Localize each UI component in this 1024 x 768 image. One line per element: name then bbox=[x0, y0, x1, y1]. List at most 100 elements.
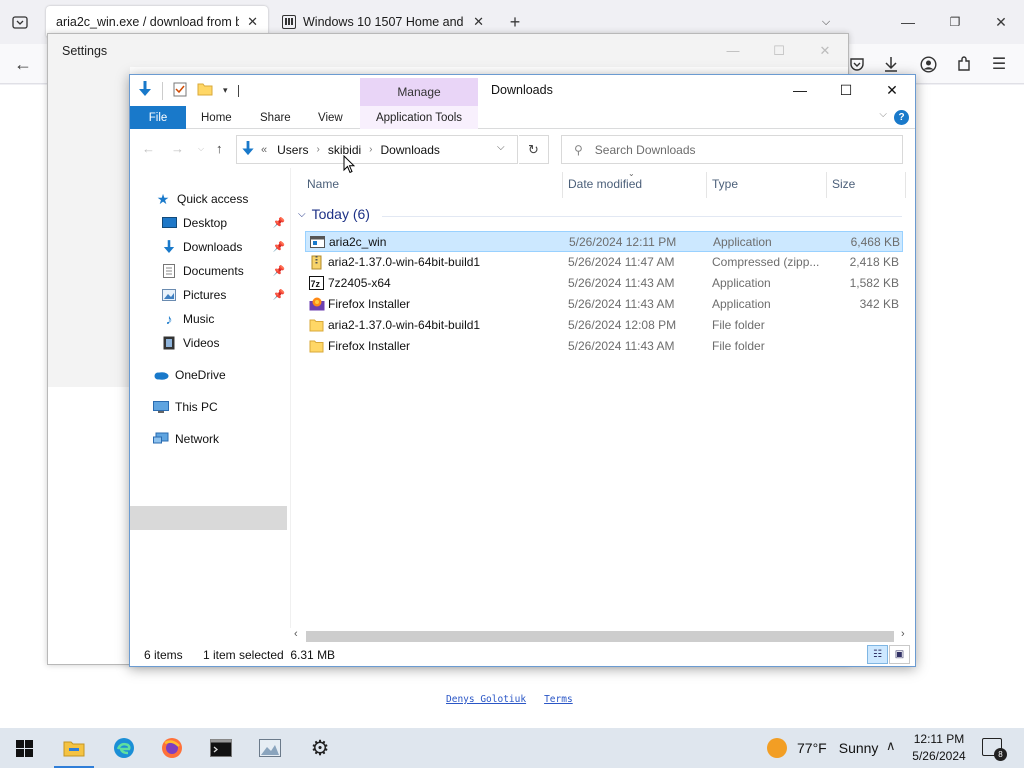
large-icons-view-button[interactable]: ▣ bbox=[889, 645, 910, 664]
pin-icon[interactable]: 📌 bbox=[273, 242, 285, 253]
taskbar-edge[interactable] bbox=[100, 728, 148, 768]
restore-icon[interactable]: ❐ bbox=[945, 12, 965, 32]
properties-icon[interactable] bbox=[173, 82, 187, 100]
taskbar-settings[interactable]: ⚙ bbox=[296, 728, 344, 768]
chevron-down-icon[interactable]: ⌵ bbox=[816, 12, 836, 32]
nav-item-videos[interactable]: Videos bbox=[161, 332, 219, 354]
details-view-button[interactable]: ☷ bbox=[867, 645, 888, 664]
nav-item-downloads[interactable]: Downloads 📌 bbox=[161, 236, 285, 258]
minimize-icon[interactable]: — bbox=[777, 75, 823, 105]
nav-onedrive[interactable]: OneDrive bbox=[153, 364, 226, 386]
breadcrumb-chevron-icon[interactable]: › bbox=[369, 144, 372, 155]
file-row[interactable]: aria2-1.37.0-win-64bit-build1 5/26/2024 … bbox=[305, 252, 903, 273]
new-tab-button[interactable]: + bbox=[505, 12, 525, 32]
close-icon[interactable]: ✕ bbox=[802, 34, 848, 67]
file-row[interactable]: aria2c_win 5/26/2024 12:11 PM Applicatio… bbox=[305, 231, 903, 252]
collapse-chevron-icon[interactable]: ⌵ bbox=[298, 209, 306, 220]
nav-quick-access[interactable]: ★ Quick access bbox=[155, 188, 249, 210]
scrollbar-thumb[interactable] bbox=[306, 631, 894, 642]
horizontal-scrollbar[interactable]: ‹ › bbox=[290, 628, 915, 645]
column-date-modified[interactable]: Date modified bbox=[568, 177, 642, 191]
address-bar[interactable]: « Users › skibidi › Downloads bbox=[236, 135, 518, 164]
close-icon[interactable]: ✕ bbox=[473, 14, 484, 30]
nav-item-documents[interactable]: Documents 📌 bbox=[161, 260, 285, 282]
tab-share[interactable]: Share bbox=[260, 106, 291, 129]
scroll-right-icon[interactable]: › bbox=[901, 628, 905, 640]
close-icon[interactable]: ✕ bbox=[991, 12, 1011, 32]
scroll-left-icon[interactable]: ‹ bbox=[294, 628, 298, 640]
tab-application-tools[interactable]: Application Tools bbox=[360, 106, 478, 129]
minimize-icon[interactable]: — bbox=[710, 34, 756, 67]
terms-link[interactable]: Terms bbox=[544, 694, 573, 705]
maximize-icon[interactable]: ☐ bbox=[756, 34, 802, 67]
tab-list-icon[interactable] bbox=[10, 12, 30, 32]
start-button[interactable] bbox=[0, 728, 48, 768]
breadcrumb-users[interactable]: Users bbox=[277, 143, 308, 157]
taskbar-firefox[interactable] bbox=[148, 728, 196, 768]
column-divider[interactable] bbox=[562, 172, 563, 198]
minimize-icon[interactable]: — bbox=[898, 12, 918, 32]
taskbar-file-explorer[interactable] bbox=[50, 728, 98, 768]
file-type: File folder bbox=[712, 339, 765, 353]
nav-label: This PC bbox=[175, 400, 218, 414]
computer-icon bbox=[153, 400, 169, 414]
author-link[interactable]: Denys Golotiuk bbox=[446, 694, 526, 705]
help-icon[interactable]: ? bbox=[894, 110, 909, 125]
taskbar-photos[interactable] bbox=[246, 728, 294, 768]
pin-icon[interactable]: 📌 bbox=[273, 290, 285, 301]
menu-icon[interactable]: ☰ bbox=[989, 54, 1009, 74]
pocket-icon[interactable] bbox=[847, 54, 867, 74]
pin-icon[interactable]: 📌 bbox=[273, 218, 285, 229]
column-type[interactable]: Type bbox=[712, 177, 738, 191]
close-icon[interactable]: ✕ bbox=[247, 14, 258, 30]
file-row[interactable]: 7z 7z2405-x64 5/26/2024 11:43 AM Applica… bbox=[305, 273, 903, 294]
tab-home[interactable]: Home bbox=[201, 106, 232, 129]
pin-icon[interactable]: 📌 bbox=[273, 266, 285, 277]
expand-ribbon-icon[interactable]: ⌵ bbox=[879, 109, 887, 120]
nav-network[interactable]: Network bbox=[153, 428, 219, 450]
download-icon[interactable] bbox=[881, 54, 901, 74]
account-icon[interactable] bbox=[918, 54, 938, 74]
file-row[interactable]: aria2-1.37.0-win-64bit-build1 5/26/2024 … bbox=[305, 315, 903, 336]
column-name[interactable]: Name bbox=[307, 177, 339, 191]
column-divider[interactable] bbox=[706, 172, 707, 198]
nav-this-pc[interactable]: This PC bbox=[153, 396, 218, 418]
search-input[interactable]: ⚲ Search Downloads bbox=[561, 135, 903, 164]
recent-locations-icon[interactable]: ⌵ bbox=[198, 144, 204, 154]
breadcrumb-downloads[interactable]: Downloads bbox=[381, 143, 440, 157]
column-divider[interactable] bbox=[826, 172, 827, 198]
nav-item-desktop[interactable]: Desktop 📌 bbox=[161, 212, 285, 234]
address-dropdown-icon[interactable]: ⌵ bbox=[497, 142, 505, 153]
svg-text:7z: 7z bbox=[311, 279, 321, 289]
back-arrow-icon[interactable]: ← bbox=[142, 141, 155, 156]
breadcrumb-chevron-icon[interactable]: › bbox=[316, 144, 319, 155]
nav-item-pictures[interactable]: Pictures 📌 bbox=[161, 284, 285, 306]
nav-item-music[interactable]: ♪ Music bbox=[161, 308, 215, 330]
show-hidden-icons-chevron-icon[interactable]: ∧ bbox=[886, 738, 896, 754]
breadcrumb-overflow[interactable]: « bbox=[261, 144, 267, 156]
file-row[interactable]: Firefox Installer 5/26/2024 11:43 AM Fil… bbox=[305, 336, 903, 357]
close-icon[interactable]: ✕ bbox=[869, 75, 915, 105]
back-arrow-icon[interactable]: ← bbox=[12, 54, 34, 74]
weather-widget[interactable]: 77°F Sunny bbox=[767, 738, 878, 758]
tab-file[interactable]: File bbox=[130, 106, 186, 129]
customize-qat-icon[interactable]: ▾ bbox=[223, 85, 228, 96]
up-arrow-icon[interactable]: ↑ bbox=[216, 141, 223, 156]
column-size[interactable]: Size bbox=[832, 177, 855, 191]
clock[interactable]: 12:11 PM 5/26/2024 bbox=[908, 731, 970, 765]
forward-arrow-icon[interactable]: → bbox=[171, 141, 184, 156]
tab-view[interactable]: View bbox=[318, 106, 343, 129]
nav-label: Documents bbox=[183, 264, 244, 278]
maximize-icon[interactable]: ☐ bbox=[823, 75, 869, 105]
taskbar-terminal[interactable] bbox=[197, 728, 245, 768]
manage-tab[interactable]: Manage bbox=[360, 78, 478, 106]
file-row[interactable]: Firefox Installer 5/26/2024 11:43 AM App… bbox=[305, 294, 903, 315]
refresh-button[interactable]: ↻ bbox=[519, 135, 549, 164]
download-arrow-icon[interactable] bbox=[138, 81, 152, 100]
notifications-icon[interactable]: 8 bbox=[982, 738, 1007, 761]
column-divider[interactable] bbox=[905, 172, 906, 198]
group-header-today[interactable]: ⌵ Today (6) bbox=[298, 206, 370, 222]
file-explorer-window: ▾ Manage Downloads — ☐ ✕ File Home Share… bbox=[129, 74, 916, 667]
new-folder-icon[interactable] bbox=[197, 82, 213, 99]
extensions-icon[interactable] bbox=[954, 54, 974, 74]
